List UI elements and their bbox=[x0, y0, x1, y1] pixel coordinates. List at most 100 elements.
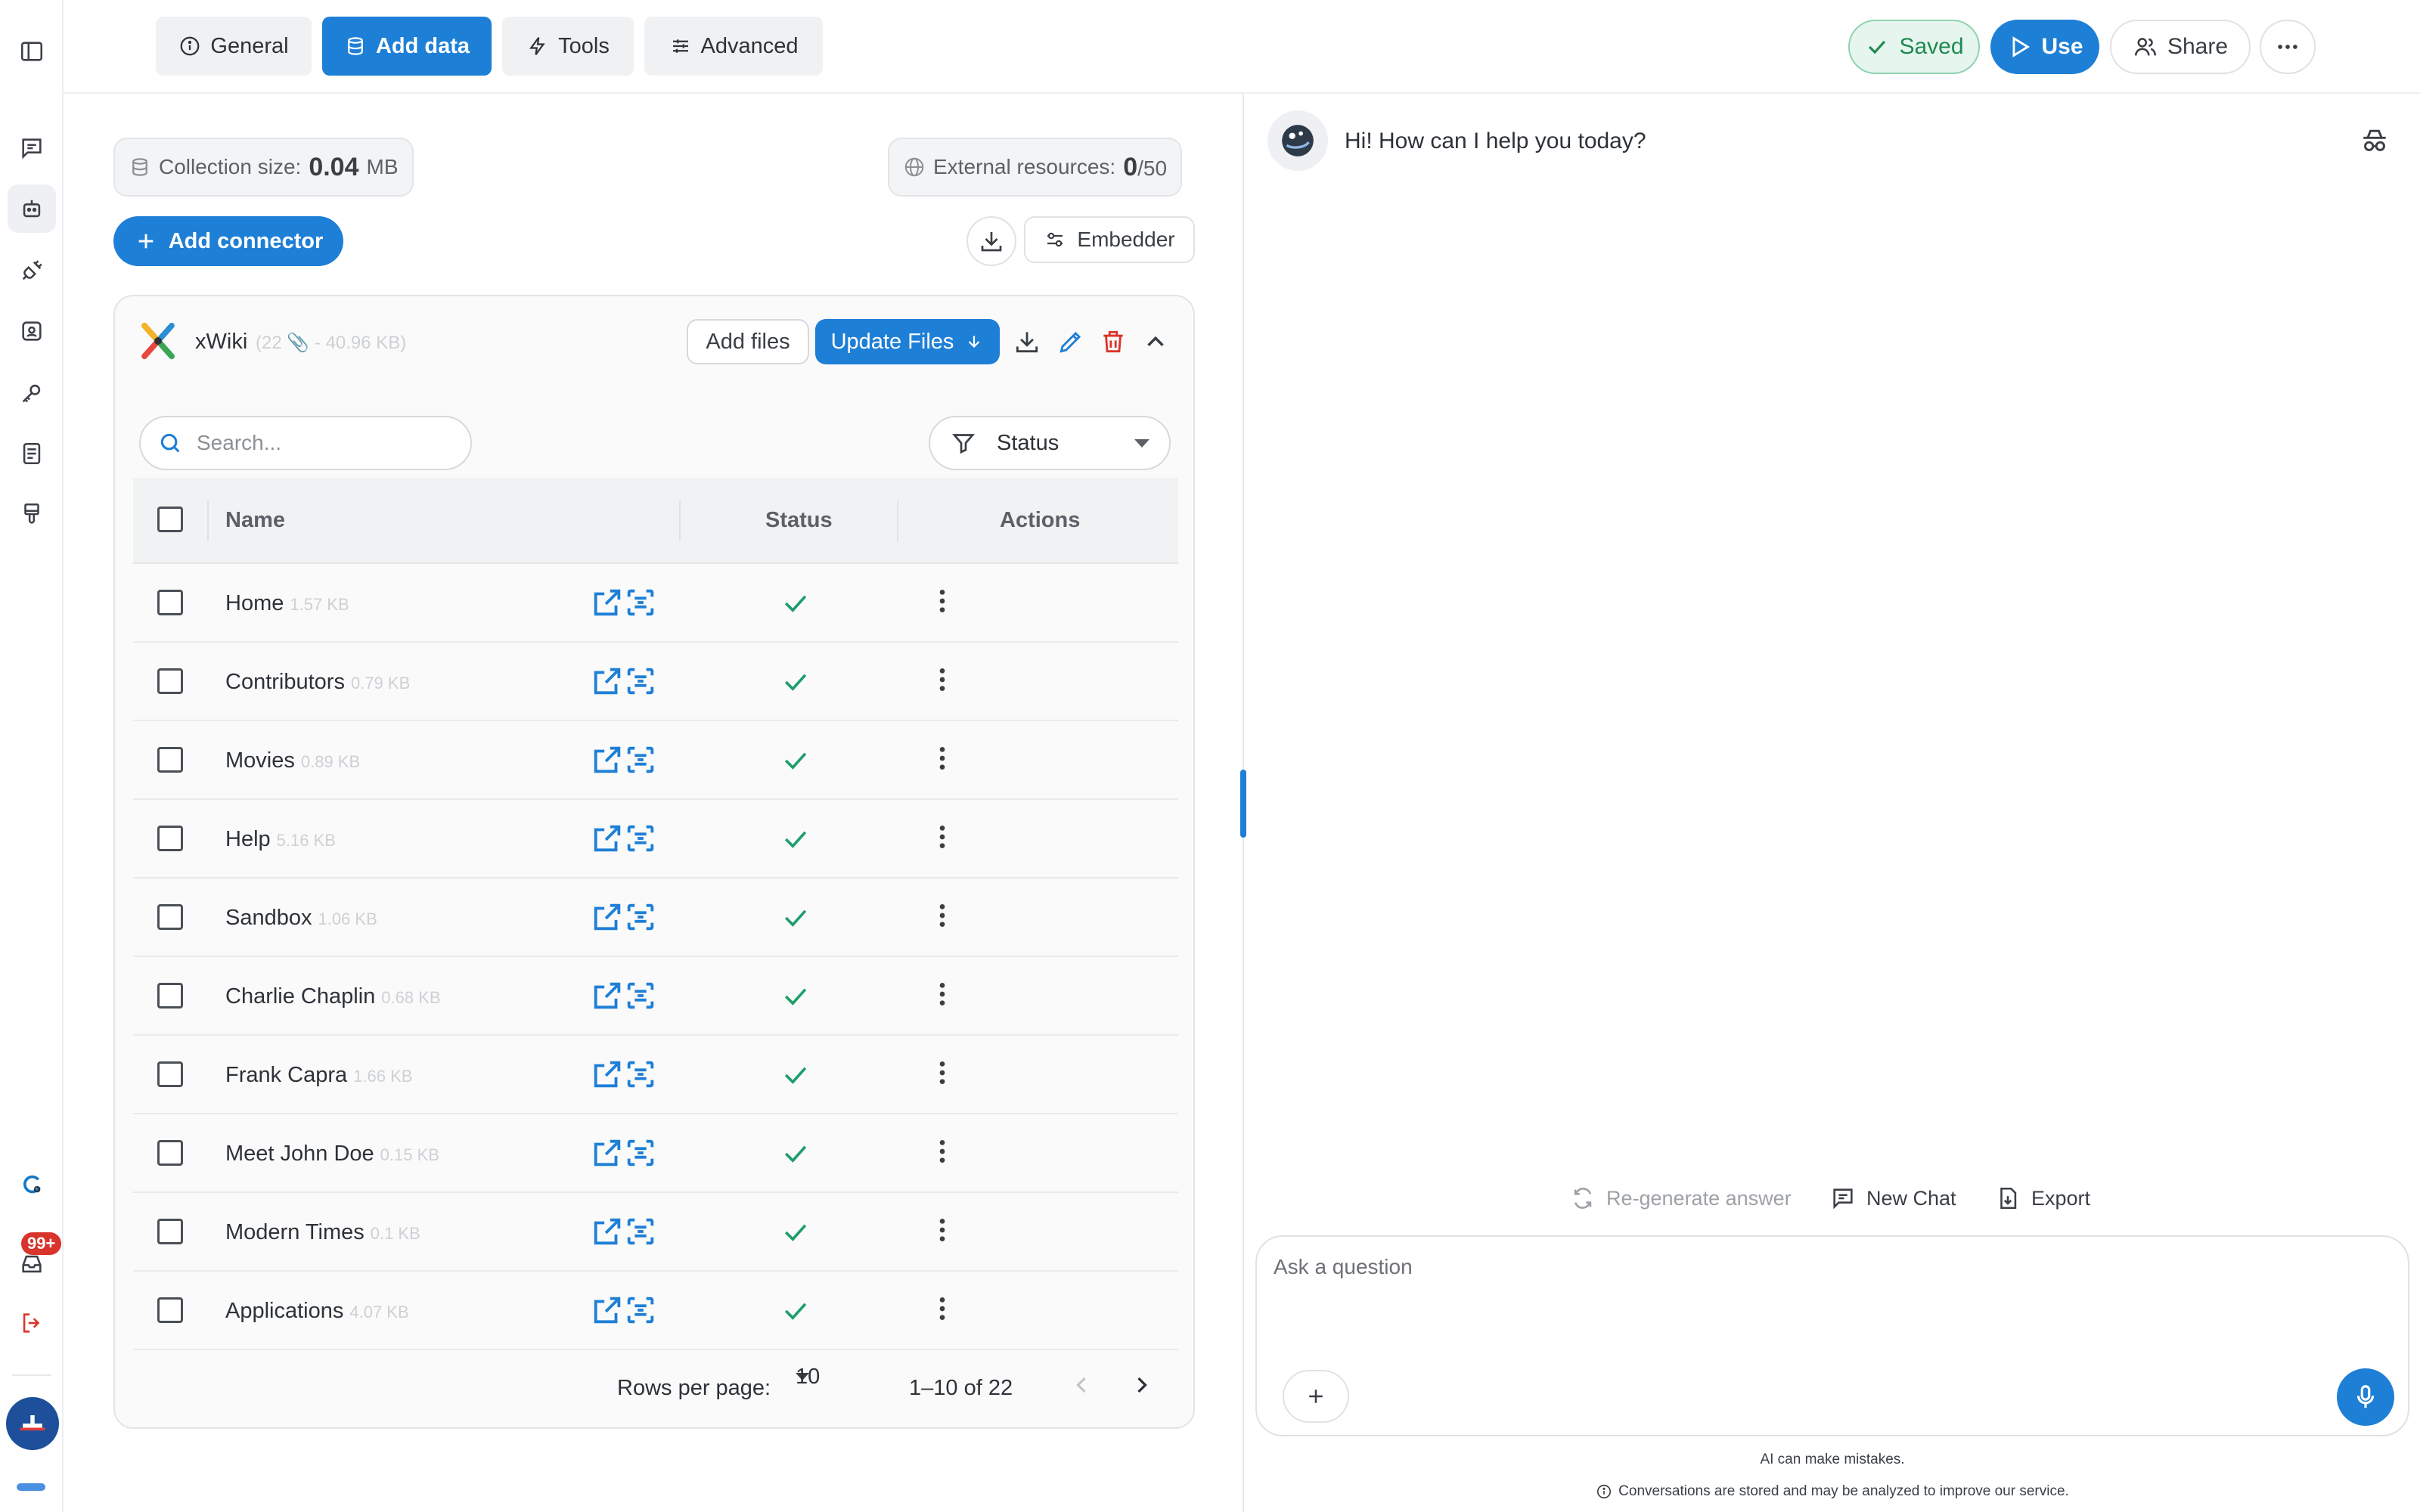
scan-text-icon[interactable] bbox=[623, 1136, 658, 1170]
rows-per-page-select[interactable]: 10 bbox=[796, 1365, 820, 1389]
sidebar-toggle-icon[interactable] bbox=[8, 27, 56, 76]
file-name: Help 5.16 KB bbox=[225, 827, 336, 852]
kebab-menu-icon[interactable] bbox=[927, 1054, 957, 1092]
tab-add-data[interactable]: Add data bbox=[322, 17, 492, 76]
table-row[interactable]: Movies 0.89 KB bbox=[133, 721, 1178, 800]
download-source-button[interactable] bbox=[1010, 325, 1044, 358]
brush-icon[interactable] bbox=[8, 490, 56, 538]
open-external-icon[interactable] bbox=[590, 742, 625, 777]
kebab-menu-icon[interactable] bbox=[927, 739, 957, 777]
status-check-icon bbox=[784, 909, 807, 927]
row-checkbox[interactable] bbox=[157, 1297, 183, 1323]
attach-button[interactable] bbox=[1283, 1370, 1349, 1423]
kebab-menu-icon[interactable] bbox=[927, 818, 957, 856]
row-checkbox[interactable] bbox=[157, 826, 183, 851]
add-files-button[interactable]: Add files bbox=[687, 319, 809, 364]
open-external-icon[interactable] bbox=[590, 1293, 625, 1328]
scan-text-icon[interactable] bbox=[623, 1057, 658, 1092]
app-logo-icon[interactable] bbox=[8, 1160, 56, 1208]
table-row[interactable]: Help 5.16 KB bbox=[133, 800, 1178, 878]
organization-avatar[interactable] bbox=[6, 1397, 59, 1450]
row-checkbox[interactable] bbox=[157, 590, 183, 615]
open-external-icon[interactable] bbox=[590, 821, 625, 856]
tab-tools[interactable]: Tools bbox=[502, 17, 634, 76]
row-checkbox[interactable] bbox=[157, 983, 183, 1009]
key-icon[interactable] bbox=[8, 369, 56, 417]
open-external-icon[interactable] bbox=[590, 585, 625, 620]
next-page-button[interactable] bbox=[1128, 1371, 1156, 1399]
open-external-icon[interactable] bbox=[590, 664, 625, 699]
kebab-menu-icon[interactable] bbox=[927, 582, 957, 620]
scan-text-icon[interactable] bbox=[623, 664, 658, 699]
row-checkbox[interactable] bbox=[157, 668, 183, 694]
more-options-button[interactable] bbox=[2260, 20, 2316, 74]
logout-icon[interactable] bbox=[8, 1299, 56, 1347]
add-connector-button[interactable]: Add connector bbox=[113, 216, 343, 266]
row-checkbox[interactable] bbox=[157, 1061, 183, 1087]
tab-advanced[interactable]: Advanced bbox=[644, 17, 823, 76]
row-checkbox[interactable] bbox=[157, 1140, 183, 1166]
document-icon[interactable] bbox=[8, 429, 56, 478]
export-chat-button[interactable]: Export bbox=[1995, 1185, 2090, 1211]
kebab-menu-icon[interactable] bbox=[927, 1290, 957, 1328]
search-field[interactable] bbox=[139, 416, 472, 470]
open-external-icon[interactable] bbox=[590, 1057, 625, 1092]
collapse-source-button[interactable] bbox=[1139, 325, 1172, 358]
scan-text-icon[interactable] bbox=[623, 1293, 658, 1328]
open-external-icon[interactable] bbox=[590, 1136, 625, 1170]
share-button[interactable]: Share bbox=[2110, 20, 2251, 74]
kebab-menu-icon[interactable] bbox=[927, 1211, 957, 1249]
tab-general[interactable]: General bbox=[156, 17, 312, 76]
incognito-icon[interactable] bbox=[2358, 124, 2391, 157]
kebab-menu-icon[interactable] bbox=[927, 897, 957, 934]
row-checkbox[interactable] bbox=[157, 904, 183, 930]
robot-icon[interactable] bbox=[8, 184, 56, 233]
scan-text-icon[interactable] bbox=[623, 742, 658, 777]
embedder-button[interactable]: Embedder bbox=[1024, 216, 1195, 263]
download-all-button[interactable] bbox=[966, 216, 1016, 266]
table-row[interactable]: Meet John Doe 0.15 KB bbox=[133, 1114, 1178, 1193]
plug-icon[interactable] bbox=[8, 246, 56, 295]
scan-text-icon[interactable] bbox=[623, 900, 658, 934]
scan-text-icon[interactable] bbox=[623, 978, 658, 1013]
microphone-icon bbox=[2356, 1385, 2375, 1408]
saved-status-button[interactable]: Saved bbox=[1848, 20, 1980, 74]
search-input[interactable] bbox=[197, 431, 454, 455]
collection-size-value: 0.04 bbox=[309, 152, 359, 181]
edit-source-button[interactable] bbox=[1054, 325, 1087, 358]
scan-text-icon[interactable] bbox=[623, 585, 658, 620]
chat-bubble-icon[interactable] bbox=[8, 124, 56, 172]
voice-input-button[interactable] bbox=[2337, 1368, 2394, 1426]
table-row[interactable]: Home 1.57 KB bbox=[133, 564, 1178, 643]
status-filter-select[interactable]: Status bbox=[929, 416, 1171, 470]
table-row[interactable]: Charlie Chaplin 0.68 KB bbox=[133, 957, 1178, 1036]
regenerate-answer-button[interactable]: Re-generate answer bbox=[1570, 1185, 1792, 1211]
table-row[interactable]: Applications 4.07 KB bbox=[133, 1272, 1178, 1350]
use-button[interactable]: Use bbox=[1990, 20, 2099, 74]
row-checkbox[interactable] bbox=[157, 1219, 183, 1244]
select-all-checkbox[interactable] bbox=[157, 507, 183, 532]
kebab-menu-icon[interactable] bbox=[927, 1132, 957, 1170]
kebab-menu-icon[interactable] bbox=[927, 975, 957, 1013]
update-files-button[interactable]: Update Files bbox=[815, 319, 1000, 364]
delete-source-button[interactable] bbox=[1097, 325, 1130, 358]
table-row[interactable]: Contributors 0.79 KB bbox=[133, 643, 1178, 721]
previous-page-button[interactable] bbox=[1068, 1371, 1095, 1399]
column-header-name[interactable]: Name bbox=[225, 508, 285, 533]
open-external-icon[interactable] bbox=[590, 900, 625, 934]
scan-text-icon[interactable] bbox=[623, 1214, 658, 1249]
table-row[interactable]: Sandbox 1.06 KB bbox=[133, 878, 1178, 957]
row-checkbox[interactable] bbox=[157, 747, 183, 773]
table-row[interactable]: Frank Capra 1.66 KB bbox=[133, 1036, 1178, 1114]
table-row[interactable]: Modern Times 0.1 KB bbox=[133, 1193, 1178, 1272]
new-chat-button[interactable]: New Chat bbox=[1830, 1185, 1956, 1211]
status-check-icon bbox=[784, 752, 807, 770]
open-external-icon[interactable] bbox=[590, 1214, 625, 1249]
chat-input[interactable] bbox=[1274, 1255, 2393, 1346]
resize-handle[interactable] bbox=[1240, 770, 1246, 838]
scan-text-icon[interactable] bbox=[623, 821, 658, 856]
kebab-menu-icon[interactable] bbox=[927, 661, 957, 699]
scan-face-icon[interactable] bbox=[8, 307, 56, 355]
column-header-status[interactable]: Status bbox=[765, 508, 833, 533]
open-external-icon[interactable] bbox=[590, 978, 625, 1013]
